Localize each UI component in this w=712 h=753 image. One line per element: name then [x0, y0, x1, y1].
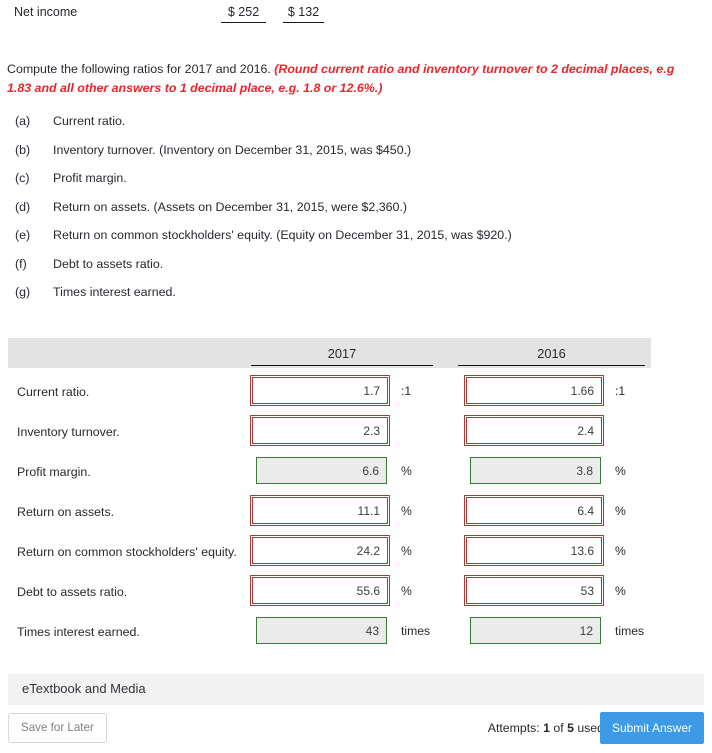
item-text: Debt to assets ratio.: [53, 256, 164, 271]
answer-input-2016[interactable]: [470, 617, 601, 644]
cell-2017: :1: [250, 375, 411, 406]
exercise-page: Net income $ 252 $ 132 Compute the follo…: [0, 0, 712, 753]
list-item: (c) Profit margin.: [0, 171, 712, 200]
table-header-row: 2017 2016: [8, 338, 651, 368]
item-letter: (g): [15, 285, 31, 299]
attempts-total: 5: [567, 721, 574, 735]
item-letter: (d): [15, 199, 31, 214]
cell-2016: %: [464, 535, 626, 566]
item-letter: (a): [15, 114, 31, 128]
answer-input-2016[interactable]: [470, 457, 601, 484]
net-income-label: Net income: [14, 5, 78, 19]
table-row: Return on common stockholders' equity. %…: [0, 535, 712, 577]
unit-label: %: [615, 584, 626, 598]
unit-label: %: [401, 504, 412, 518]
item-letter: (b): [15, 142, 31, 157]
answer-input-2017[interactable]: [250, 415, 390, 446]
footer-actions: Save for Later Attempts: 1 of 5 used Sub…: [0, 712, 712, 753]
net-income-value-2017: $ 252: [221, 5, 266, 23]
row-label: Profit margin.: [17, 465, 91, 479]
unit-label: %: [401, 464, 412, 478]
item-text: Return on assets. (Assets on December 31…: [53, 199, 408, 214]
list-item: (g) Times interest earned.: [0, 285, 712, 314]
net-income-value-2016: $ 132: [283, 5, 324, 23]
attempts-used: 1: [543, 721, 550, 735]
answer-input-2017[interactable]: [250, 575, 390, 606]
unit-label: %: [615, 464, 626, 478]
etextbook-and-media-bar[interactable]: eTextbook and Media: [8, 674, 704, 705]
net-income-row: Net income $ 252 $ 132: [0, 0, 712, 32]
cell-2017: %: [250, 495, 412, 526]
save-for-later-button[interactable]: Save for Later: [8, 713, 107, 743]
list-item: (f) Debt to assets ratio.: [0, 257, 712, 286]
row-label: Times interest earned.: [17, 625, 140, 639]
attempts-prefix: Attempts:: [487, 721, 544, 735]
item-text: Times interest earned.: [53, 285, 176, 299]
cell-2016: :1: [464, 375, 625, 406]
unit-label: :1: [401, 384, 412, 398]
cell-2017: %: [252, 457, 412, 484]
cell-2017: %: [250, 535, 412, 566]
row-label: Current ratio.: [17, 385, 90, 399]
answer-input-2016[interactable]: [464, 495, 604, 526]
cell-2016: [464, 415, 604, 446]
unit-label: :1: [615, 384, 626, 398]
attempts-mid: of: [549, 721, 568, 735]
cell-2017: %: [250, 575, 412, 606]
table-row: Times interest earned. times times: [0, 617, 712, 657]
answer-input-2016[interactable]: [464, 375, 604, 406]
column-header-2017: 2017: [251, 346, 433, 366]
unit-label: %: [401, 544, 412, 558]
answer-input-2017[interactable]: [256, 617, 387, 644]
answer-input-2017[interactable]: [256, 457, 387, 484]
unit-label: %: [615, 504, 626, 518]
row-label: Debt to assets ratio.: [17, 585, 128, 599]
etextbook-label: eTextbook and Media: [22, 681, 146, 696]
item-text: Inventory turnover. (Inventory on Decemb…: [53, 142, 412, 157]
answer-input-2017[interactable]: [250, 495, 390, 526]
item-text: Current ratio.: [53, 114, 126, 128]
item-text: Profit margin.: [53, 171, 127, 185]
row-label: Inventory turnover.: [17, 425, 120, 439]
divider: [0, 40, 712, 41]
answer-input-2017[interactable]: [250, 535, 390, 566]
table-row: Current ratio. :1 :1: [0, 375, 712, 417]
instruction-main: Compute the following ratios for 2017 an…: [7, 62, 275, 76]
cell-2016: %: [464, 575, 626, 606]
unit-label: %: [401, 584, 412, 598]
table-row: Profit margin. % %: [0, 457, 712, 497]
item-letter: (c): [15, 171, 30, 185]
submit-answer-button[interactable]: Submit Answer: [599, 712, 704, 744]
column-header-2016: 2016: [458, 346, 645, 366]
table-row: Return on assets. % %: [0, 495, 712, 537]
answer-table: 2017 2016 Current ratio. :1 :1 Inventory…: [0, 338, 712, 657]
list-item: (e) Return on common stockholders' equit…: [0, 228, 712, 257]
answer-input-2016[interactable]: [464, 575, 604, 606]
unit-label: times: [615, 624, 645, 638]
list-item: (d) Return on assets. (Assets on Decembe…: [0, 200, 712, 229]
unit-label: %: [615, 544, 626, 558]
unit-label: times: [401, 624, 431, 638]
list-item: (b) Inventory turnover. (Inventory on De…: [0, 143, 712, 172]
item-text: Return on common stockholders' equity. (…: [53, 228, 512, 242]
item-letter: (f): [15, 256, 27, 271]
row-label: Return on common stockholders' equity.: [17, 545, 237, 559]
list-item: (a) Current ratio.: [0, 114, 712, 143]
table-row: Debt to assets ratio. % %: [0, 575, 712, 617]
cell-2017: times: [252, 617, 430, 644]
table-row: Inventory turnover.: [0, 415, 712, 457]
answer-input-2016[interactable]: [464, 535, 604, 566]
cell-2016: %: [464, 495, 626, 526]
attempts-status: Attempts: 1 of 5 used: [488, 721, 604, 735]
answer-input-2016[interactable]: [464, 415, 604, 446]
cell-2017: [250, 415, 390, 446]
question-list: (a) Current ratio. (b) Inventory turnove…: [0, 114, 712, 314]
cell-2016: %: [466, 457, 626, 484]
cell-2016: times: [466, 617, 644, 644]
answer-input-2017[interactable]: [250, 375, 390, 406]
instruction-text: Compute the following ratios for 2017 an…: [7, 60, 697, 98]
table-body: Current ratio. :1 :1 Inventory turnover.: [0, 375, 712, 657]
row-label: Return on assets.: [17, 505, 115, 519]
item-letter: (e): [15, 228, 31, 242]
